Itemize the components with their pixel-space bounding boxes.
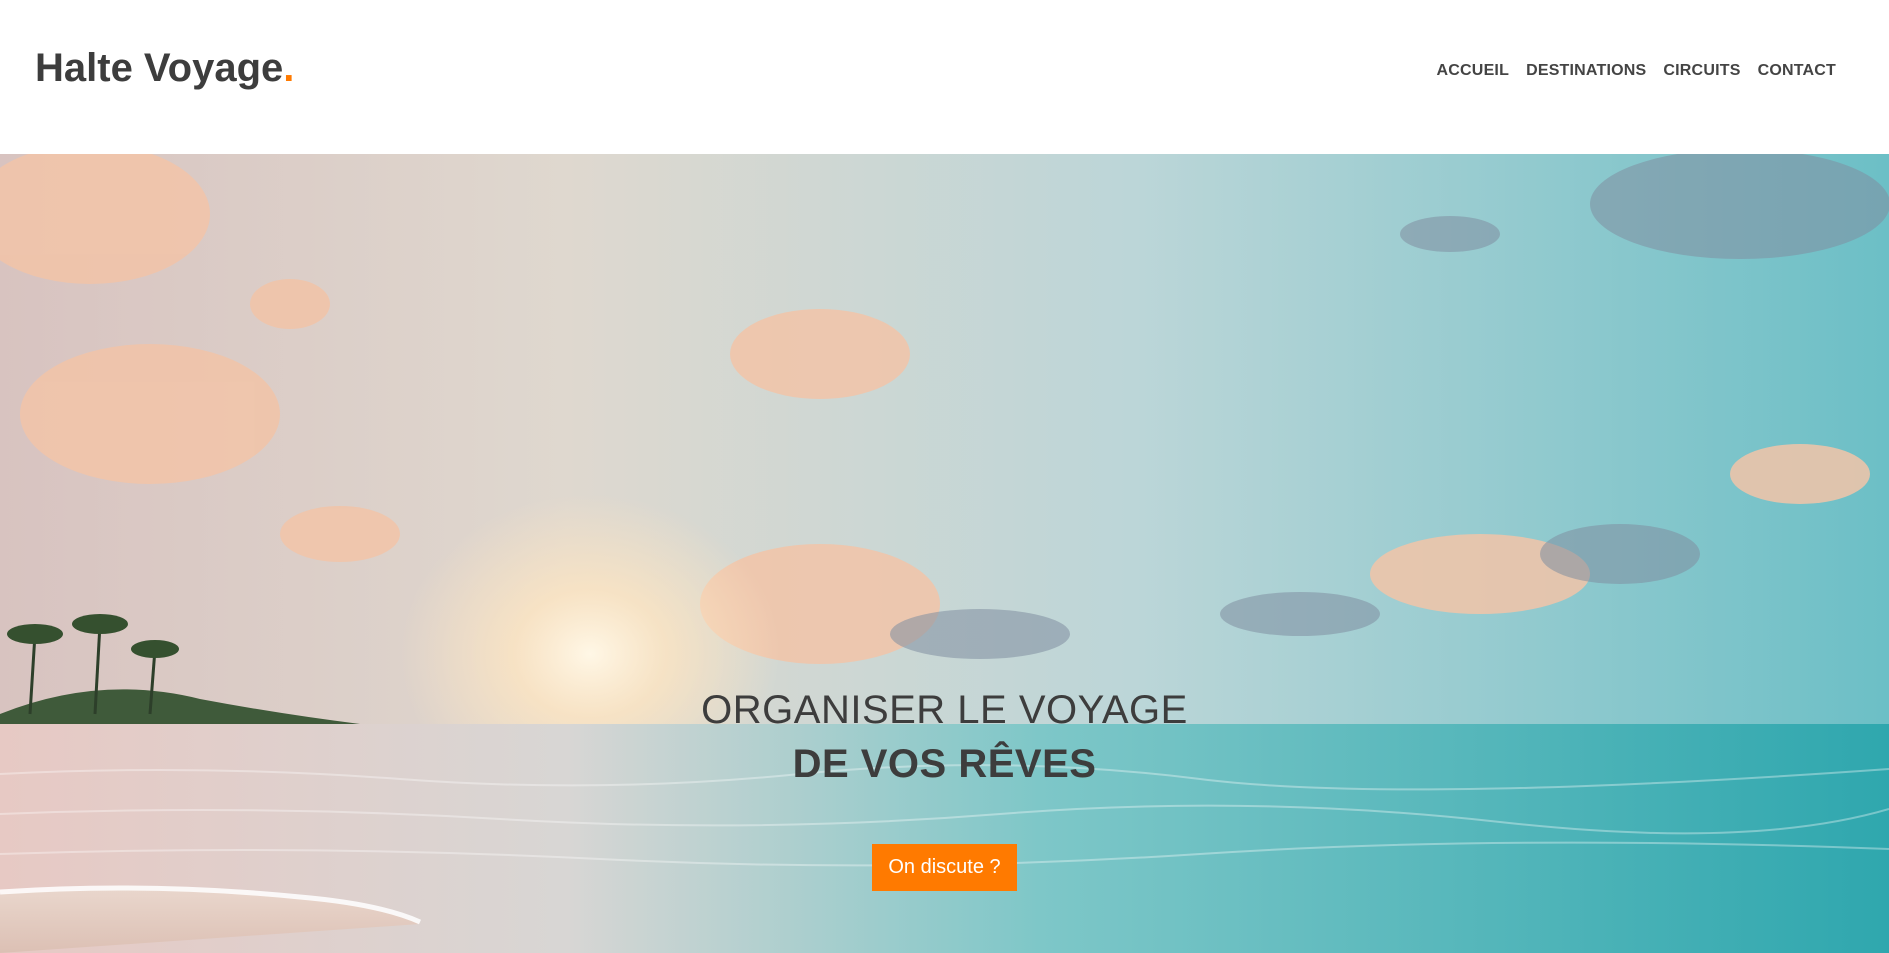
nav-item-destinations[interactable]: DESTINATIONS [1526,62,1646,80]
main-nav: ACCUEIL DESTINATIONS CIRCUITS CONTACT [1437,62,1836,80]
nav-item-contact[interactable]: CONTACT [1758,62,1836,80]
logo-dot: . [283,46,295,90]
nav-item-accueil[interactable]: ACCUEIL [1437,62,1510,80]
site-logo[interactable]: Halte Voyage. [35,46,294,91]
nav-item-circuits[interactable]: CIRCUITS [1663,62,1740,80]
hero-headline-line1: ORGANISER LE VOYAGE [701,688,1188,732]
site-header: Halte Voyage. ACCUEIL DESTINATIONS CIRCU… [0,0,1889,154]
hero-headline-line2: DE VOS RÊVES [792,742,1097,786]
logo-text: Halte Voyage [35,46,284,90]
cta-button[interactable]: On discute ? [872,844,1017,891]
hero-content: ORGANISER LE VOYAGE DE VOS RÊVES On disc… [0,683,1889,891]
hero-section: ORGANISER LE VOYAGE DE VOS RÊVES On disc… [0,154,1889,953]
